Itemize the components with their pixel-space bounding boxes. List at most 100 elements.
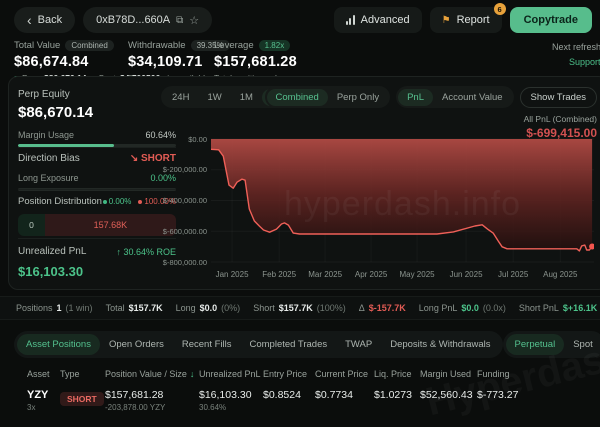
entry-price: $0.8524 xyxy=(263,389,315,401)
long-dot-icon xyxy=(103,200,107,204)
tabs-row: Asset PositionsOpen OrdersRecent FillsCo… xyxy=(14,331,592,358)
back-label: Back xyxy=(38,14,62,26)
chart-y-axis: $0.00$-200,000.00$-400,000.00$-600,000.0… xyxy=(129,135,207,271)
funding-value: $-773.27 xyxy=(477,389,600,401)
tab-perpetual[interactable]: Perpetual xyxy=(506,334,565,355)
timeframe-24h[interactable]: 24H xyxy=(163,89,198,106)
summary-label: Δ xyxy=(359,303,365,313)
toggle-perp-only[interactable]: Perp Only xyxy=(328,89,388,106)
position-value: $157,681.28-203,878.00 YZY xyxy=(105,389,199,412)
toggle-account-value[interactable]: Account Value xyxy=(433,89,512,106)
pnl-chart-svg xyxy=(211,135,594,271)
summary-value: $+16.1K xyxy=(563,303,597,313)
all-pnl-label: All PnL (Combined) xyxy=(524,114,597,124)
table-row[interactable]: YZY3xSHORT$157,681.28-203,878.00 YZY$16,… xyxy=(0,389,600,412)
summary-item-: Δ $-157.7K xyxy=(359,303,406,313)
star-icon[interactable]: ☆ xyxy=(189,14,199,27)
column-header-entry-price[interactable]: Entry Price xyxy=(263,369,315,379)
summary-label: Long xyxy=(176,303,196,313)
margin-usage-label: Margin Usage xyxy=(18,130,74,140)
x-tick-label: Aug 2025 xyxy=(530,270,590,279)
tab-open-orders[interactable]: Open Orders xyxy=(100,334,173,355)
margin-used: $52,560.43 xyxy=(420,389,477,401)
column-header-margin-used[interactable]: Margin Used xyxy=(420,369,477,379)
y-tick-label: $-800,000.00 xyxy=(163,258,207,267)
summary-value: $0.0 xyxy=(200,303,218,313)
pnl-chart[interactable] xyxy=(211,135,594,276)
unrealized-pnl-value: $16,103.30 xyxy=(199,389,263,401)
summary-item-short-pnl: Short PnL$+16.1K(3.0x) xyxy=(519,303,600,313)
refresh-note: Next refresh in 21 xyxy=(552,42,600,52)
bar-chart-icon xyxy=(346,15,355,25)
asset-value: YZY xyxy=(27,389,60,401)
summary-value: $157.7K xyxy=(129,303,163,313)
y-tick-label: $0.00 xyxy=(188,135,207,144)
combine-toggle-group: CombinedPerp Only xyxy=(265,86,391,108)
back-button[interactable]: ‹ Back xyxy=(14,7,75,33)
column-header-position-value-size[interactable]: Position Value / Size↓ xyxy=(105,369,199,379)
y-tick-label: $-200,000.00 xyxy=(163,165,207,174)
tab-deposits-withdrawals[interactable]: Deposits & Withdrawals xyxy=(381,334,499,355)
timeframe-1w[interactable]: 1W xyxy=(198,89,230,106)
sort-desc-icon: ↓ xyxy=(190,369,195,379)
leverage-label: Leverage xyxy=(214,40,254,51)
tab-twap[interactable]: TWAP xyxy=(336,334,381,355)
combined-badge: Combined xyxy=(65,40,113,51)
y-tick-label: $-600,000.00 xyxy=(163,227,207,236)
support-link[interactable]: Support u xyxy=(569,57,600,67)
summary-sub: (0%) xyxy=(221,303,240,313)
unrealized-pnl: $16,103.30 30.64% xyxy=(199,389,263,412)
positions-table-header: AssetTypePosition Value / Size↓Unrealize… xyxy=(0,369,600,379)
wallet-address-pill[interactable]: 0xB78D...660A ⧉ ☆ xyxy=(83,7,212,33)
toggle-combined[interactable]: Combined xyxy=(267,89,328,106)
column-header-current-price[interactable]: Current Price xyxy=(315,369,374,379)
show-trades-button[interactable]: Show Trades xyxy=(520,87,597,108)
summary-label: Long PnL xyxy=(419,303,458,313)
column-header-asset[interactable]: Asset xyxy=(27,369,60,379)
tab-asset-positions[interactable]: Asset Positions xyxy=(17,334,100,355)
column-header-funding[interactable]: Funding xyxy=(477,369,600,379)
withdrawable-label: Withdrawable xyxy=(128,40,186,51)
margin-used-value: $52,560.43 xyxy=(420,389,477,401)
asset: YZY3x xyxy=(27,389,60,412)
unrealized-pnl-label: Unrealized PnL xyxy=(18,246,86,257)
summary-value: $0.0 xyxy=(461,303,479,313)
perp-equity-label: Perp Equity xyxy=(18,89,176,100)
column-header-type[interactable]: Type xyxy=(60,369,105,379)
summary-item-positions: Positions1(1 win) xyxy=(16,303,93,313)
chart-toggle-group: CombinedPerp Only PnLAccount Value Show … xyxy=(265,86,597,108)
liq-price: $1.0273 xyxy=(374,389,420,401)
position-distribution-label: Position Distribution xyxy=(18,196,102,207)
leverage-badge: 1.82x xyxy=(259,40,291,51)
advanced-button[interactable]: Advanced xyxy=(334,7,422,33)
summary-value: $-157.7K xyxy=(369,303,406,313)
timeframe-1m[interactable]: 1M xyxy=(231,89,262,106)
metric-toggle-group: PnLAccount Value xyxy=(396,86,513,108)
topbar-right: Advanced ⚑ Report 6 Copytrade xyxy=(334,7,592,33)
dist-long-pct: 0.00% xyxy=(109,197,132,206)
summary-label: Short PnL xyxy=(519,303,559,313)
position-type: SHORT xyxy=(60,389,105,407)
summary-sub: (100%) xyxy=(317,303,346,313)
perp-equity-value: $86,670.14 xyxy=(18,104,176,121)
section-tabs: Asset PositionsOpen OrdersRecent FillsCo… xyxy=(14,331,503,358)
unrealized-pnl-sub: 30.64% xyxy=(199,403,263,412)
distribution-long-segment: 0 xyxy=(18,214,45,236)
total-value-label: Total Value xyxy=(14,40,60,51)
column-header-unrealized-pnl[interactable]: Unrealized PnL xyxy=(199,369,263,379)
copytrade-button[interactable]: Copytrade xyxy=(510,7,592,33)
wallet-address: 0xB78D...660A xyxy=(96,14,170,26)
summary-item-total: Total$157.7K xyxy=(106,303,163,313)
tab-completed-trades[interactable]: Completed Trades xyxy=(241,334,337,355)
flag-icon: ⚑ xyxy=(442,15,451,26)
chart-x-axis: Jan 2025Feb 2025Mar 2025Apr 2025May 2025… xyxy=(211,270,594,282)
report-label: Report xyxy=(457,14,490,26)
position-value-value: $157,681.28 xyxy=(105,389,199,401)
column-header-liq-price[interactable]: Liq. Price xyxy=(374,369,420,379)
summary-sub: (1 win) xyxy=(66,303,93,313)
copy-icon[interactable]: ⧉ xyxy=(176,15,183,26)
tab-spot[interactable]: Spot xyxy=(564,334,600,355)
tab-recent-fills[interactable]: Recent Fills xyxy=(173,334,241,355)
toggle-pnl[interactable]: PnL xyxy=(398,89,433,106)
report-button[interactable]: ⚑ Report 6 xyxy=(430,7,502,33)
